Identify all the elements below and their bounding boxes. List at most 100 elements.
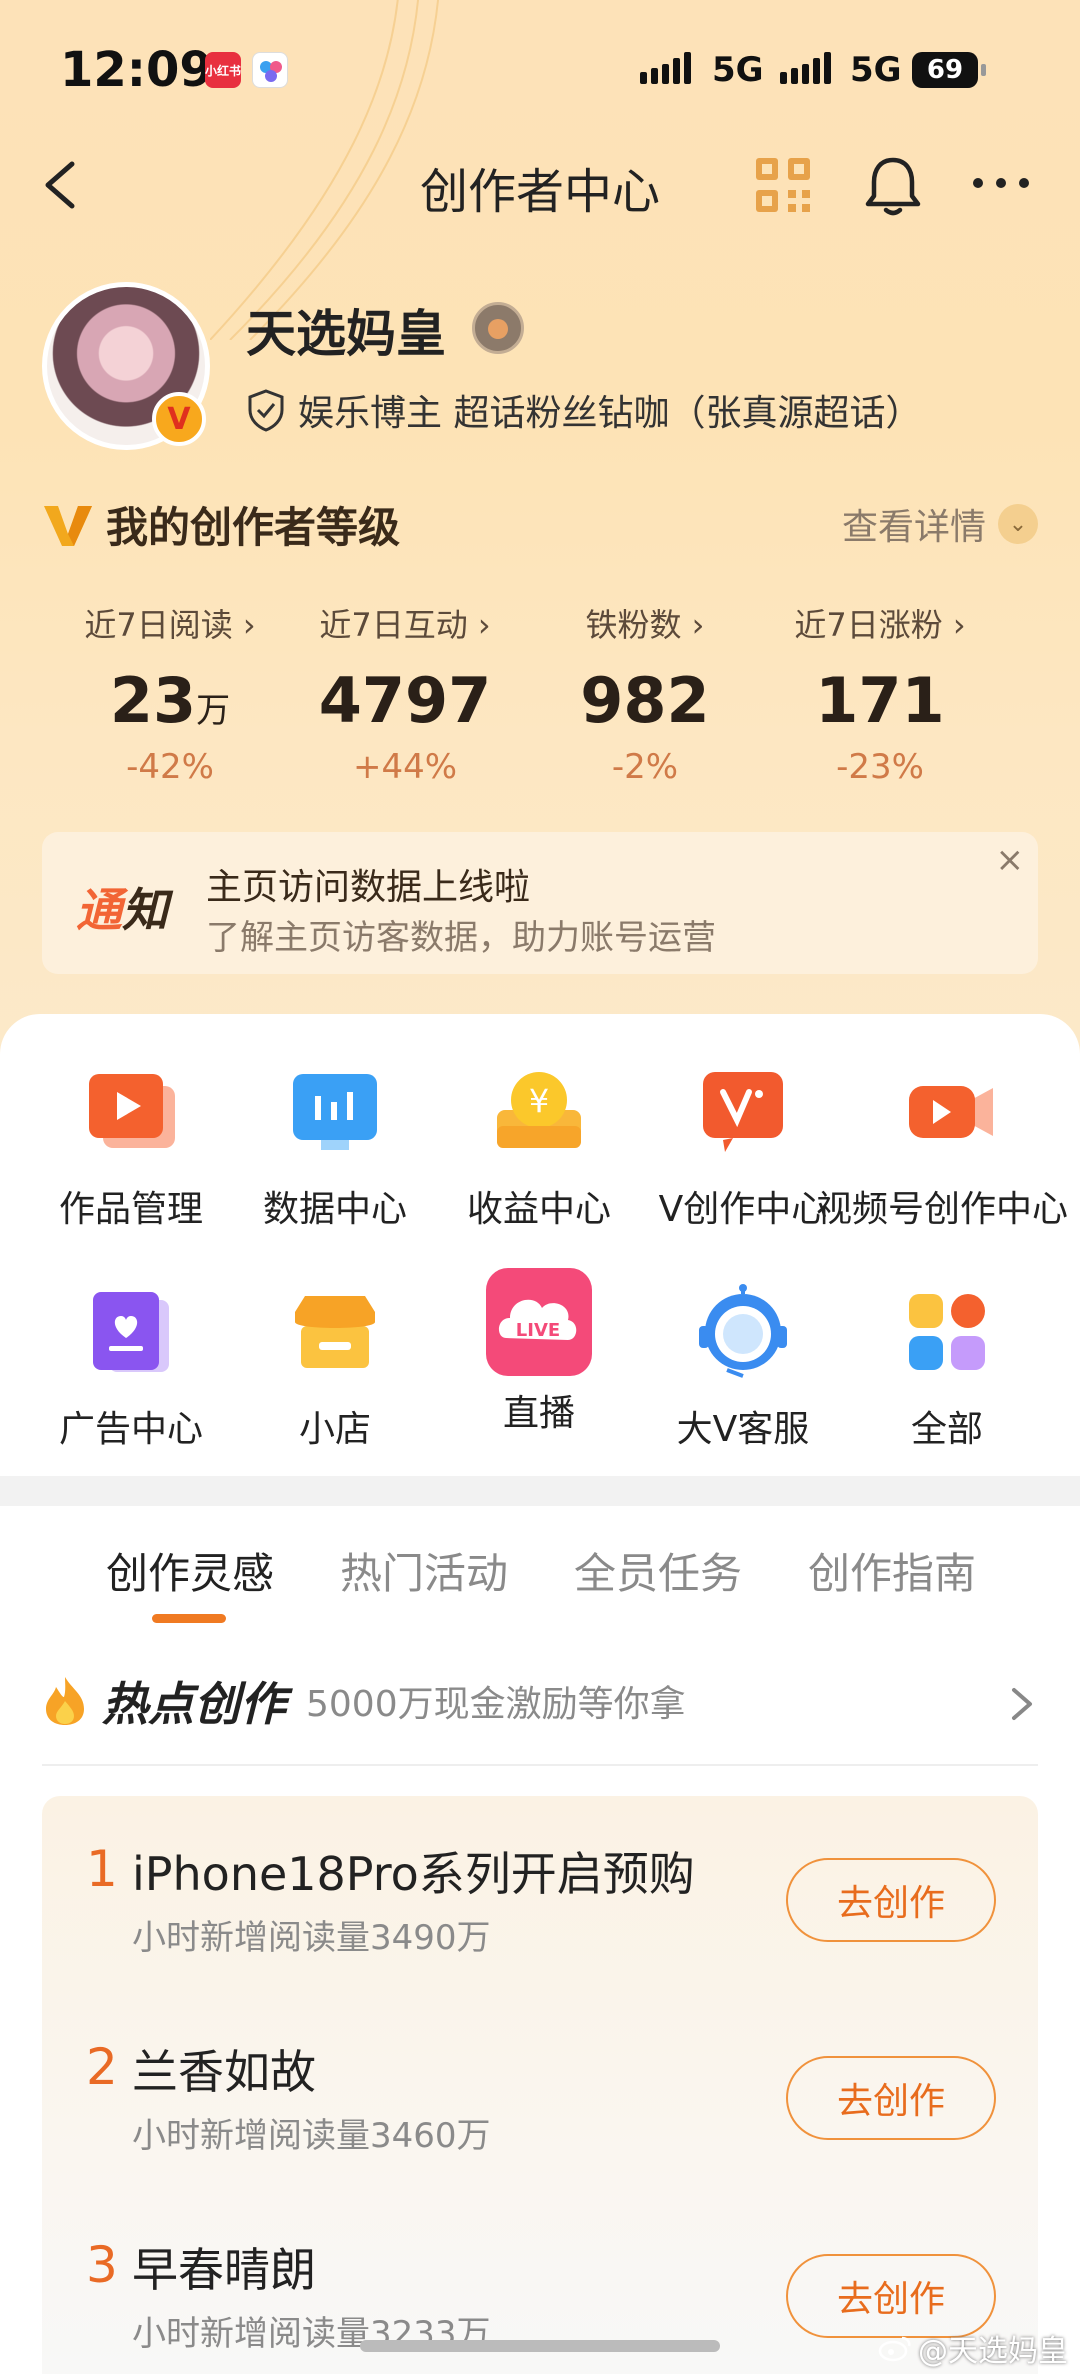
stat-label: 近7日阅读 ›	[84, 606, 256, 644]
divider	[42, 1764, 1038, 1766]
notice-subtitle: 了解主页访客数据，助力账号运营	[206, 918, 716, 958]
stat-interactions[interactable]: 近7日互动 › 4797 +44%	[280, 600, 530, 787]
v-level-icon	[44, 505, 92, 546]
stat-value: 171	[815, 664, 945, 737]
service-icon	[693, 1282, 793, 1382]
rank-number: 2	[86, 2038, 118, 2096]
stat-value: 982	[580, 664, 710, 737]
tool-label: 大V客服	[676, 1409, 810, 1450]
battery-indicator: 69	[912, 52, 986, 88]
signal-icon-1	[640, 50, 691, 84]
rank-number: 3	[86, 2236, 118, 2294]
tool-label: 收益中心	[466, 1189, 611, 1230]
tool-label: 数据中心	[262, 1189, 407, 1230]
tool-works-management[interactable]: 作品管理	[26, 1062, 236, 1232]
stat-value: 23万	[109, 664, 231, 737]
list-item[interactable]: 2 兰香如故 小时新增阅读量3460万 去创作	[42, 1994, 1038, 2194]
app-notification-icon	[252, 52, 288, 88]
qr-code-button[interactable]	[748, 150, 818, 220]
topic-reads: 小时新增阅读量3490万	[132, 1918, 491, 1958]
watermark-text: @天选妈皇	[918, 2334, 1068, 2369]
stat-unit: 万	[196, 691, 231, 731]
stats-row: 近7日阅读 › 23万 -42% 近7日互动 › 4797 +44% 铁粉数 ›…	[60, 600, 1020, 787]
tool-ad-center[interactable]: 广告中心	[26, 1282, 236, 1452]
fire-icon	[46, 1677, 84, 1725]
video-icon	[901, 1062, 1001, 1162]
tool-all[interactable]: 全部	[842, 1282, 1052, 1452]
more-button[interactable]	[966, 150, 1036, 220]
all-icon	[897, 1282, 997, 1382]
status-bar: 12:09 小红书 5G 5G 69	[0, 0, 1080, 140]
bell-icon	[865, 157, 921, 216]
stat-change: -42%	[126, 747, 214, 787]
stat-label: 近7日互动 ›	[319, 606, 491, 644]
tool-live[interactable]: LIVE 直播	[434, 1266, 644, 1436]
tab-all-member-tasks[interactable]: 全员任务	[574, 1540, 742, 1601]
xiaohongshu-icon: 小红书	[205, 52, 241, 88]
tools-grid: 作品管理 数据中心 ¥ 收益中心 V创作中心 视频号创作中心 广告中心 小店 L…	[0, 1014, 1080, 1476]
network-label-2: 5G	[850, 50, 902, 90]
more-icon	[973, 178, 1029, 188]
hot-creation-subtitle: 5000万现金激励等你拿	[306, 1684, 686, 1725]
chevron-right-icon	[1012, 1688, 1032, 1720]
weibo-logo-icon	[878, 2336, 911, 2362]
verification-info[interactable]: 娱乐博主 超话粉丝钻咖（张真源超话）	[246, 384, 921, 436]
verification-text: 娱乐博主 超话粉丝钻咖（张真源超话）	[298, 393, 922, 434]
stat-label: 铁粉数 ›	[585, 606, 705, 644]
tool-label: 全部	[910, 1409, 983, 1450]
tool-label: 视频号创作中心	[816, 1189, 1069, 1230]
tool-data-center[interactable]: 数据中心	[230, 1062, 440, 1232]
tool-vip-service[interactable]: 大V客服	[638, 1282, 848, 1452]
stat-change: -23%	[836, 747, 924, 787]
active-tab-indicator	[152, 1614, 226, 1623]
creator-level-header: 我的创作者等级	[42, 494, 400, 555]
topic-title: 兰香如故	[132, 2045, 316, 2099]
notice-tag: 通知	[76, 883, 168, 937]
stat-new-fans[interactable]: 近7日涨粉 › 171 -23%	[760, 600, 1000, 787]
works-icon	[81, 1062, 181, 1162]
creator-level-title: 我的创作者等级	[106, 503, 401, 552]
tool-label: 小店	[298, 1409, 371, 1450]
username[interactable]: 天选妈皇	[246, 294, 446, 366]
tool-shop[interactable]: 小店	[230, 1282, 440, 1452]
tool-income-center[interactable]: ¥ 收益中心	[434, 1062, 644, 1232]
svg-text:LIVE: LIVE	[516, 1320, 560, 1341]
close-icon[interactable]: ×	[996, 840, 1025, 880]
chevron-down-icon: ⌄	[998, 504, 1038, 544]
stat-change: +44%	[352, 747, 458, 787]
stat-reads[interactable]: 近7日阅读 › 23万 -42%	[60, 600, 280, 787]
tab-creative-inspiration[interactable]: 创作灵感	[106, 1540, 274, 1601]
user-level-badge-icon	[472, 302, 524, 354]
go-create-button[interactable]: 去创作	[786, 2056, 996, 2140]
data-icon	[285, 1062, 385, 1162]
hot-creation-title: 热点创作	[102, 1677, 286, 1731]
tool-label: 直播	[502, 1393, 575, 1434]
status-time: 12:09	[60, 42, 213, 98]
view-details-link[interactable]: 查看详情 ⌄	[842, 498, 1038, 550]
section-divider	[0, 1476, 1080, 1506]
ad-icon	[81, 1282, 181, 1382]
rank-number: 1	[86, 1840, 118, 1898]
stat-value: 4797	[318, 664, 492, 737]
income-icon: ¥	[489, 1062, 589, 1162]
tab-hot-activities[interactable]: 热门活动	[340, 1540, 508, 1601]
home-indicator[interactable]	[360, 2340, 720, 2352]
tool-label: 广告中心	[58, 1409, 203, 1450]
go-create-button[interactable]: 去创作	[786, 1858, 996, 1942]
hot-creation-header[interactable]: 热点创作 5000万现金激励等你拿	[42, 1668, 686, 1734]
shop-icon	[285, 1282, 385, 1382]
network-label-1: 5G	[712, 50, 764, 90]
tab-creation-guide[interactable]: 创作指南	[808, 1540, 976, 1601]
topic-title: iPhone18Pro系列开启预购	[132, 1847, 695, 1901]
hot-topic-list: 1 iPhone18Pro系列开启预购 小时新增阅读量3490万 去创作 2 兰…	[42, 1796, 1038, 2374]
notice-banner[interactable]: 通知 主页访问数据上线啦 了解主页访客数据，助力账号运营 ×	[42, 832, 1038, 974]
signal-icon-2	[780, 50, 831, 84]
tool-label: 作品管理	[58, 1189, 203, 1230]
stat-iron-fans[interactable]: 铁粉数 › 982 -2%	[530, 600, 760, 787]
list-item[interactable]: 1 iPhone18Pro系列开启预购 小时新增阅读量3490万 去创作	[42, 1796, 1038, 1996]
notification-button[interactable]	[858, 150, 928, 220]
tool-video-creator-center[interactable]: 视频号创作中心	[816, 1062, 1068, 1232]
hot-creation-more-button[interactable]	[1004, 1684, 1040, 1728]
view-details-label: 查看详情	[841, 507, 986, 548]
v-create-icon	[693, 1062, 793, 1162]
